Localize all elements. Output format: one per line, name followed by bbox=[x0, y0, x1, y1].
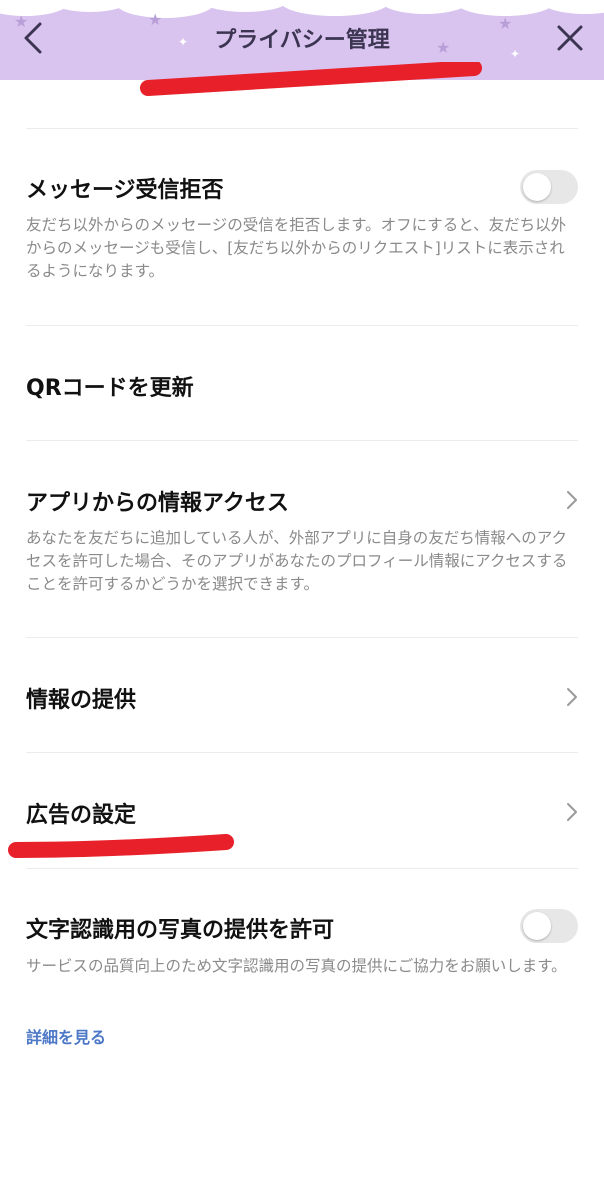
red-annotation-line bbox=[8, 834, 234, 858]
page-title: プライバシー管理 bbox=[214, 28, 390, 53]
divider bbox=[26, 128, 578, 129]
row-title: アプリからの情報アクセス bbox=[26, 491, 289, 516]
details-link[interactable]: 詳細を見る bbox=[26, 1024, 106, 1048]
cloud-decoration bbox=[540, 0, 604, 14]
chevron-right-icon bbox=[567, 688, 577, 706]
row-title: QRコードを更新 bbox=[26, 376, 194, 401]
row-description: あなたを友だちに追加している人が、外部アプリに自身の友だち情報へのアクセスを許可… bbox=[26, 529, 568, 593]
row-title: 情報の提供 bbox=[26, 688, 137, 713]
row-title: 文字認識用の写真の提供を許可 bbox=[26, 918, 335, 943]
divider bbox=[26, 868, 578, 869]
chevron-right-icon bbox=[567, 491, 577, 509]
close-button[interactable] bbox=[550, 18, 590, 58]
toggle-knob bbox=[523, 912, 551, 940]
cloud-decoration bbox=[200, 0, 290, 12]
row-title: メッセージ受信拒否 bbox=[26, 178, 224, 203]
red-annotation-line bbox=[140, 62, 482, 96]
chevron-right-icon bbox=[567, 803, 577, 821]
row-description: サービスの品質向上のため文字認識用の写真の提供にご協力をお願いします。 bbox=[26, 957, 567, 975]
ocr-photo-toggle[interactable] bbox=[520, 909, 578, 943]
toggle-knob bbox=[523, 173, 551, 201]
close-icon bbox=[557, 25, 583, 51]
message-reject-toggle[interactable] bbox=[520, 170, 578, 204]
row-description: 友だち以外からのメッセージの受信を拒否します。オフにすると、友だち以外からのメッ… bbox=[26, 216, 567, 280]
row-title: 広告の設定 bbox=[26, 803, 137, 828]
cloud-decoration bbox=[115, 0, 215, 18]
cloud-decoration bbox=[280, 0, 390, 16]
